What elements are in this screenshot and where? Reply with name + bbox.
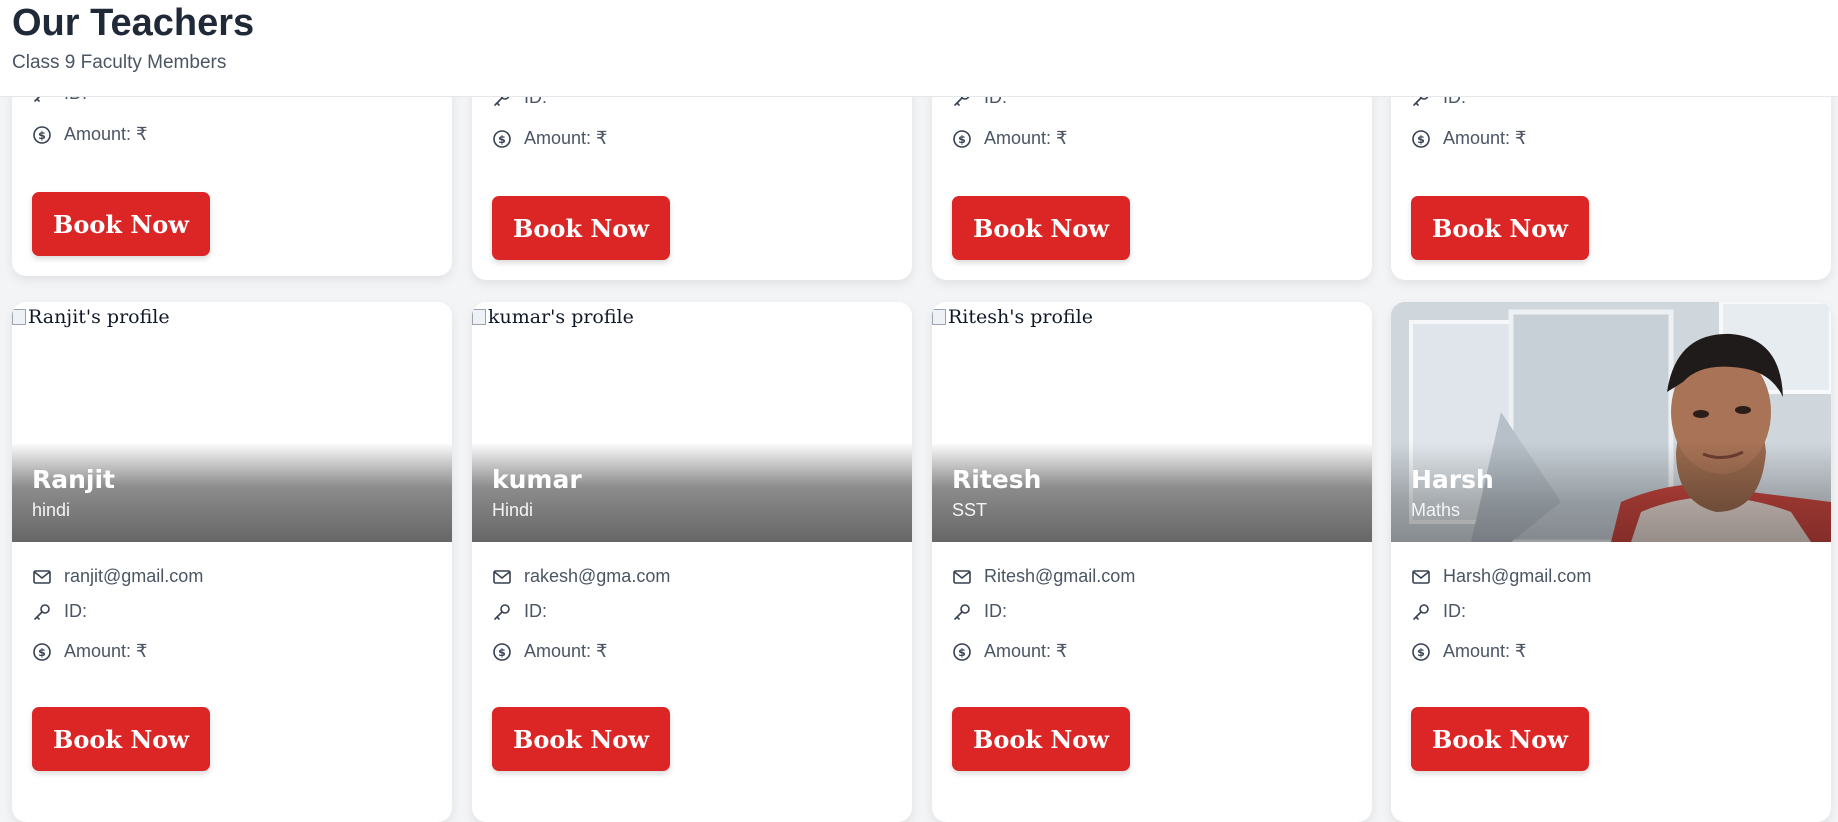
book-now-button[interactable]: Book Now	[1411, 196, 1589, 260]
teacher-name: Harsh	[1411, 465, 1494, 494]
dollar-circle-icon: $	[1412, 642, 1430, 661]
dollar-circle-icon: $	[493, 129, 511, 148]
broken-image-icon	[12, 309, 26, 325]
amount-label: Amount: ₹	[1443, 128, 1527, 148]
amount-label: Amount: ₹	[524, 128, 608, 148]
amount-row: $ Amount: ₹	[32, 641, 148, 662]
dollar-circle-icon: $	[953, 642, 971, 661]
id-label: ID:	[984, 601, 1008, 621]
email-row: rakesh@gma.com	[492, 566, 670, 587]
dollar-circle-icon: $	[953, 129, 971, 148]
photo-alt-text: Ranjit's profile	[28, 306, 170, 328]
email-row: ranjit@gmail.com	[32, 566, 203, 587]
key-icon	[494, 603, 510, 620]
teacher-card-ranjit: Ranjit's profile Ranjit hindi ranjit@gma…	[12, 302, 452, 822]
svg-text:$: $	[1417, 133, 1425, 146]
broken-image-alt: Ranjit's profile	[12, 306, 170, 328]
email-row: Ritesh@gmail.com	[952, 566, 1135, 587]
book-now-button[interactable]: Book Now	[952, 707, 1130, 771]
amount-label: Amount: ₹	[64, 641, 148, 661]
teacher-grid: ID: $ Amount: ₹ Book Now ID: $ Amount: ₹…	[0, 0, 1838, 822]
amount-label: Amount: ₹	[984, 128, 1068, 148]
broken-image-icon	[932, 309, 946, 325]
mail-icon	[33, 569, 51, 584]
teacher-card-kumar: kumar's profile kumar Hindi rakesh@gma.c…	[472, 302, 912, 822]
dollar-circle-icon: $	[33, 125, 51, 144]
teacher-name: kumar	[492, 465, 582, 494]
teacher-name: Ranjit	[32, 465, 116, 494]
teacher-email: Ritesh@gmail.com	[984, 566, 1136, 586]
teacher-email: rakesh@gma.com	[524, 566, 671, 586]
amount-label: Amount: ₹	[1443, 641, 1527, 661]
teacher-card-ritesh: Ritesh's profile Ritesh SST Ritesh@gmail…	[932, 302, 1372, 822]
book-now-button[interactable]: Book Now	[1411, 707, 1589, 771]
id-label: ID:	[524, 601, 548, 621]
id-row: ID:	[492, 601, 547, 622]
svg-text:$: $	[38, 646, 46, 659]
amount-label: Amount: ₹	[524, 641, 608, 661]
teacher-subject: SST	[952, 500, 988, 520]
svg-text:$: $	[498, 133, 506, 146]
svg-text:$: $	[1417, 646, 1425, 659]
amount-row: $ Amount: ₹	[492, 128, 608, 149]
page-header: Our Teachers Class 9 Faculty Members	[0, 0, 1838, 97]
key-icon	[954, 603, 970, 620]
id-row: ID:	[1411, 601, 1466, 622]
teacher-subject: Hindi	[492, 500, 534, 520]
profile-photo: kumar's profile kumar Hindi	[472, 302, 912, 542]
teacher-card-harsh: Harsh Maths Harsh@gmail.com ID: $ Amount…	[1391, 302, 1831, 822]
svg-text:$: $	[498, 646, 506, 659]
mail-icon	[493, 569, 511, 584]
svg-text:$: $	[958, 646, 966, 659]
teacher-subject: Maths	[1411, 500, 1461, 520]
amount-label: Amount: ₹	[984, 641, 1068, 661]
amount-row: $ Amount: ₹	[952, 128, 1068, 149]
book-now-button[interactable]: Book Now	[32, 707, 210, 771]
dollar-circle-icon: $	[33, 642, 51, 661]
id-row: ID:	[32, 601, 87, 622]
amount-row: $ Amount: ₹	[952, 641, 1068, 662]
book-now-button[interactable]: Book Now	[952, 196, 1130, 260]
photo-alt-text: Ritesh's profile	[948, 306, 1093, 328]
amount-row: $ Amount: ₹	[1411, 641, 1527, 662]
broken-image-icon	[472, 309, 486, 325]
teacher-email: ranjit@gmail.com	[64, 566, 204, 586]
dollar-circle-icon: $	[1412, 129, 1430, 148]
profile-photo: Ranjit's profile Ranjit hindi	[12, 302, 452, 542]
id-label: ID:	[1443, 601, 1467, 621]
amount-label: Amount: ₹	[64, 124, 148, 144]
book-now-button[interactable]: Book Now	[492, 707, 670, 771]
profile-photo: Ritesh's profile Ritesh SST	[932, 302, 1372, 542]
key-icon	[1413, 603, 1429, 620]
teacher-subject: hindi	[32, 500, 71, 520]
mail-icon	[953, 569, 971, 584]
broken-image-alt: kumar's profile	[472, 306, 634, 328]
amount-row: $ Amount: ₹	[492, 641, 608, 662]
profile-photo: Harsh Maths	[1391, 302, 1831, 542]
teacher-name: Ritesh	[952, 465, 1042, 494]
teacher-email: Harsh@gmail.com	[1443, 566, 1592, 586]
book-now-button[interactable]: Book Now	[492, 196, 670, 260]
svg-text:$: $	[958, 133, 966, 146]
book-now-button[interactable]: Book Now	[32, 192, 210, 256]
email-row: Harsh@gmail.com	[1411, 566, 1591, 587]
svg-text:$: $	[38, 129, 46, 142]
key-icon	[34, 603, 50, 620]
dollar-circle-icon: $	[493, 642, 511, 661]
mail-icon	[1412, 569, 1430, 584]
page-title: Our Teachers	[12, 2, 255, 44]
id-row: ID:	[952, 601, 1007, 622]
amount-row: $ Amount: ₹	[1411, 128, 1527, 149]
page-subtitle: Class 9 Faculty Members	[12, 52, 227, 73]
broken-image-alt: Ritesh's profile	[932, 306, 1093, 328]
photo-alt-text: kumar's profile	[488, 306, 634, 328]
amount-row: $ Amount: ₹	[32, 124, 148, 145]
id-label: ID:	[64, 601, 88, 621]
